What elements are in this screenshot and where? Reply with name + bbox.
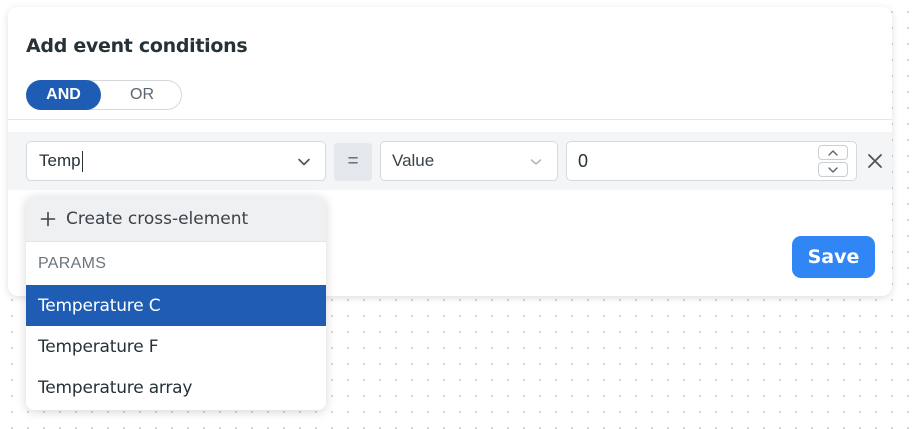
dropdown-item-temperature-array[interactable]: Temperature array bbox=[26, 367, 326, 408]
plus-icon bbox=[40, 211, 56, 226]
param-select-input[interactable]: Temp bbox=[26, 141, 326, 181]
toggle-and-button[interactable]: AND bbox=[26, 80, 101, 110]
number-stepper bbox=[818, 145, 848, 177]
operator-equals[interactable]: = bbox=[334, 143, 372, 181]
chevron-down-icon bbox=[298, 158, 310, 166]
divider bbox=[8, 119, 892, 120]
toggle-or-button[interactable]: OR bbox=[101, 80, 183, 110]
param-dropdown-menu: Create cross-element PARAMS Temperature … bbox=[26, 196, 326, 410]
save-button[interactable]: Save bbox=[792, 236, 875, 278]
logic-toggle: AND OR bbox=[26, 80, 182, 110]
param-input-text: Temp bbox=[39, 151, 81, 170]
value-type-select[interactable]: Value bbox=[380, 141, 558, 181]
chevron-down-icon bbox=[530, 159, 542, 165]
chevron-up-icon bbox=[828, 149, 838, 156]
stepper-down-button[interactable] bbox=[818, 162, 848, 177]
value-type-label: Value bbox=[392, 151, 435, 170]
stepper-up-button[interactable] bbox=[818, 145, 848, 160]
dropdown-item-temperature-f[interactable]: Temperature F bbox=[26, 326, 326, 367]
close-icon[interactable] bbox=[867, 153, 883, 169]
panel-title: Add event conditions bbox=[26, 35, 248, 57]
params-section-header: PARAMS bbox=[38, 254, 107, 272]
dropdown-item-temperature-c[interactable]: Temperature C bbox=[26, 285, 326, 326]
value-number-text: 0 bbox=[578, 150, 589, 171]
text-cursor bbox=[81, 150, 84, 172]
value-number-input[interactable]: 0 bbox=[566, 141, 857, 181]
create-cross-element-option[interactable]: Create cross-element bbox=[26, 196, 326, 242]
create-cross-element-label: Create cross-element bbox=[66, 208, 249, 229]
chevron-down-icon bbox=[828, 166, 838, 173]
